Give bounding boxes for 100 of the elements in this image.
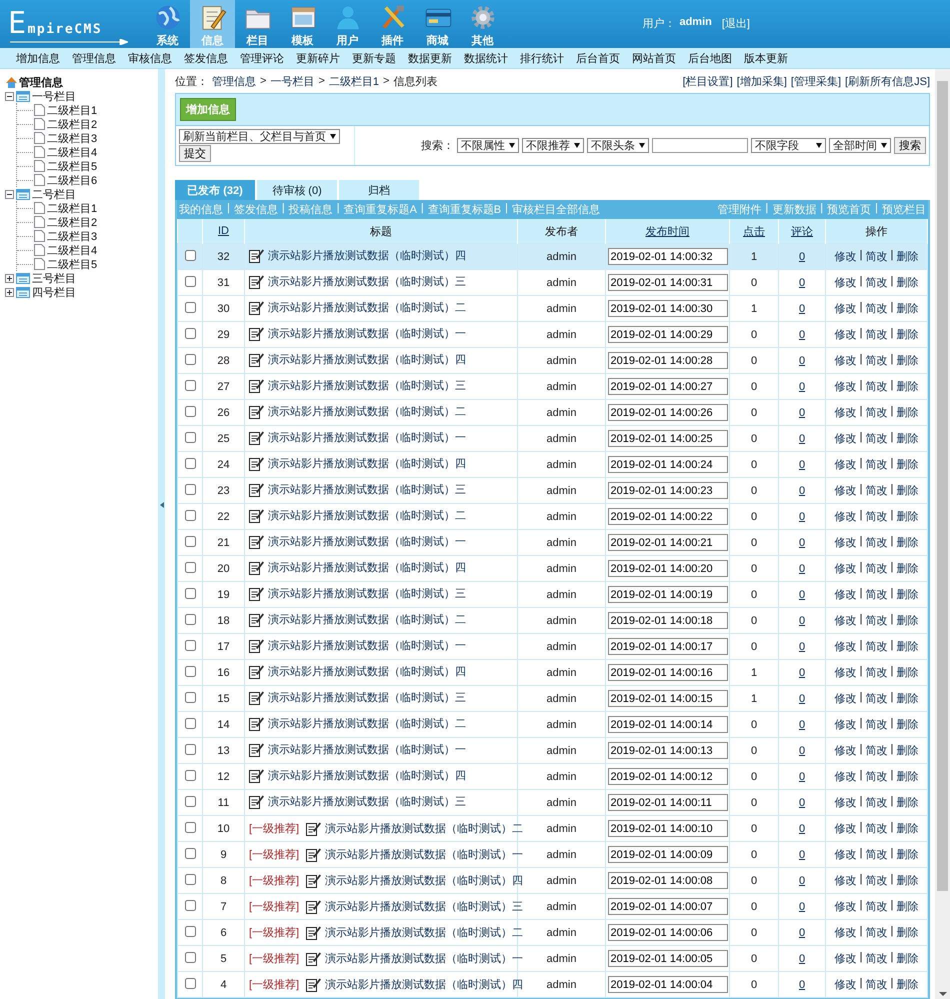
time-field[interactable]: 2019-02-01 14:00:13 (608, 742, 728, 759)
action-link[interactable]: 修改 (834, 873, 857, 888)
comment-count-link[interactable]: 0 (798, 536, 806, 548)
sort-link[interactable]: 发布时间 (646, 226, 690, 238)
title-link[interactable]: 演示站影片播放测试数据（临时测试）四 (325, 873, 524, 888)
comment-count-link[interactable]: 0 (798, 354, 806, 366)
row-checkbox[interactable] (184, 458, 196, 468)
action-link[interactable]: 删除 (896, 561, 918, 576)
tree-item[interactable]: 二号栏目 (32, 186, 76, 202)
comment-count-link[interactable]: 0 (798, 874, 806, 886)
action-link[interactable]: 修改 (834, 561, 857, 576)
comment-count-link[interactable]: 0 (798, 770, 806, 782)
action-link[interactable]: 删除 (896, 743, 918, 758)
dropdown[interactable]: 全部时间 (829, 138, 891, 153)
action-link[interactable]: 简改 (866, 379, 888, 394)
action-link[interactable]: 简改 (866, 353, 888, 368)
logo[interactable]: EmpireCMS (8, 6, 102, 41)
action-link[interactable]: 删除 (896, 535, 918, 550)
nav-tab[interactable]: 栏目 (235, 0, 280, 48)
row-checkbox[interactable] (184, 432, 196, 442)
action-link[interactable]: 简改 (866, 275, 888, 290)
tree-item[interactable]: 一号栏目 (32, 88, 76, 104)
comment-count-link[interactable]: 0 (798, 562, 806, 574)
comment-count-link[interactable]: 0 (798, 484, 806, 496)
action-link[interactable]: 删除 (896, 457, 918, 472)
action-link[interactable]: 修改 (834, 795, 857, 810)
action-link[interactable]: 修改 (834, 769, 857, 784)
comment-count-link[interactable]: 0 (798, 276, 806, 288)
row-checkbox[interactable] (184, 926, 196, 936)
action-link[interactable]: 修改 (834, 743, 857, 758)
menu-item[interactable]: 网站首页 (632, 50, 676, 66)
action-link[interactable]: 删除 (896, 587, 918, 602)
action-link[interactable]: 删除 (896, 483, 918, 498)
action-link[interactable]: 删除 (896, 275, 918, 290)
action-link[interactable]: 简改 (866, 743, 888, 758)
action-link[interactable]: 简改 (866, 587, 888, 602)
time-field[interactable]: 2019-02-01 14:00:20 (608, 560, 728, 577)
dropdown[interactable]: 刷新当前栏目、父栏目与首页 (179, 129, 340, 144)
action-link[interactable]: 简改 (866, 873, 888, 888)
action-link[interactable]: 删除 (896, 925, 918, 940)
row-checkbox[interactable] (184, 692, 196, 702)
comment-count-link[interactable]: 0 (798, 432, 806, 444)
action-link[interactable]: 删除 (896, 509, 918, 524)
row-checkbox[interactable] (184, 302, 196, 312)
action-link[interactable]: 简改 (866, 483, 888, 498)
time-field[interactable]: 2019-02-01 14:00:10 (608, 820, 728, 837)
row-checkbox[interactable] (184, 510, 196, 520)
action-link[interactable]: 修改 (834, 327, 857, 342)
time-field[interactable]: 2019-02-01 14:00:23 (608, 482, 728, 499)
nav-tab[interactable]: 模板 (280, 0, 325, 48)
nav-tab[interactable]: 商城 (415, 0, 460, 48)
action-link[interactable]: 修改 (834, 899, 857, 914)
menu-item[interactable]: 审核信息 (128, 50, 172, 66)
time-field[interactable]: 2019-02-01 14:00:16 (608, 664, 728, 681)
submit-button[interactable]: 提交 (179, 145, 211, 162)
time-field[interactable]: 2019-02-01 14:00:29 (608, 326, 728, 343)
action-link[interactable]: 删除 (896, 821, 918, 836)
comment-count-link[interactable]: 0 (798, 406, 806, 418)
row-checkbox[interactable] (184, 900, 196, 910)
time-field[interactable]: 2019-02-01 14:00:09 (608, 846, 728, 863)
action-link[interactable]: 简改 (866, 899, 888, 914)
action-link[interactable]: 修改 (834, 925, 857, 940)
tree-item[interactable]: 四号栏目 (32, 284, 76, 300)
dropdown[interactable]: 不限字段 (751, 138, 826, 153)
action-link[interactable]: 简改 (866, 457, 888, 472)
nav-tab[interactable]: 插件 (370, 0, 415, 48)
menu-item[interactable]: 数据统计 (464, 50, 508, 66)
action-link[interactable]: 删除 (896, 795, 918, 810)
row-checkbox[interactable] (184, 614, 196, 624)
time-field[interactable]: 2019-02-01 14:00:21 (608, 534, 728, 551)
action-link[interactable]: 修改 (834, 691, 857, 706)
action-link[interactable]: 简改 (866, 847, 888, 862)
comment-count-link[interactable]: 0 (798, 718, 806, 730)
row-checkbox[interactable] (184, 380, 196, 390)
action-link[interactable]: 删除 (896, 691, 918, 706)
time-field[interactable]: 2019-02-01 14:00:25 (608, 430, 728, 447)
action-link[interactable]: 简改 (866, 301, 888, 316)
menu-item[interactable]: 增加信息 (16, 50, 60, 66)
action-link[interactable]: 删除 (896, 977, 918, 992)
time-field[interactable]: 2019-02-01 14:00:07 (608, 898, 728, 915)
action-link[interactable]: 删除 (896, 405, 918, 420)
nav-tab[interactable]: 其他 (460, 0, 505, 48)
menu-item[interactable]: 管理评论 (240, 50, 284, 66)
top-link[interactable]: [增加采集] (736, 74, 787, 88)
action-link[interactable]: 修改 (834, 821, 857, 836)
time-field[interactable]: 2019-02-01 14:00:15 (608, 690, 728, 707)
comment-count-link[interactable]: 0 (798, 926, 806, 938)
action-link[interactable]: 简改 (866, 769, 888, 784)
tree-item[interactable]: 二级栏目6 (47, 172, 98, 188)
action-link[interactable]: 修改 (834, 405, 857, 420)
comment-count-link[interactable]: 0 (798, 978, 806, 990)
action-link[interactable]: 删除 (896, 353, 918, 368)
action-link[interactable]: 修改 (834, 249, 857, 264)
action-link[interactable]: 删除 (896, 873, 918, 888)
menu-item[interactable]: 后台地图 (688, 50, 732, 66)
comment-count-link[interactable]: 0 (798, 796, 806, 808)
tree-item[interactable]: 二级栏目4 (47, 144, 98, 160)
row-checkbox[interactable] (184, 536, 196, 546)
row-checkbox[interactable] (184, 718, 196, 728)
row-checkbox[interactable] (184, 354, 196, 364)
